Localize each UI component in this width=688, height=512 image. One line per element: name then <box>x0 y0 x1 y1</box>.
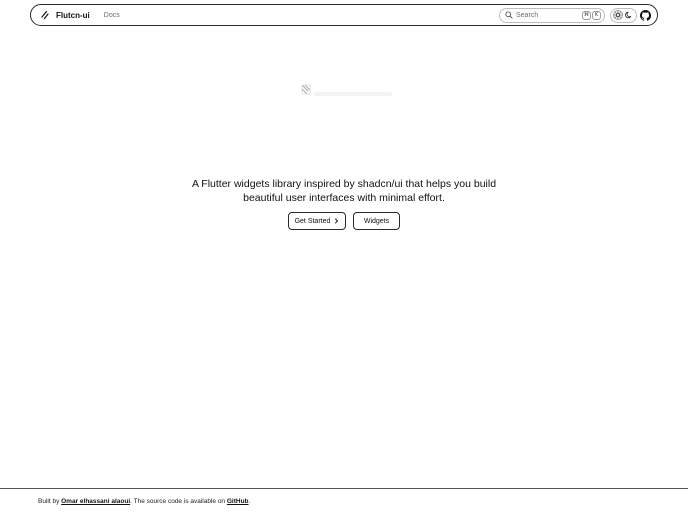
footer-prefix: Built by <box>38 498 62 505</box>
theme-toggle <box>610 7 637 23</box>
widgets-label: Widgets <box>363 217 390 225</box>
widgets-button[interactable]: Widgets <box>353 212 400 230</box>
github-repo-link[interactable]: GitHub <box>227 498 249 505</box>
logo-icon[interactable] <box>39 9 51 21</box>
top-nav: Flutcn-ui Docs Search ⌘ K <box>30 4 658 26</box>
footer-suffix: . <box>248 498 251 505</box>
brand-name[interactable]: Flutcn-ui <box>56 11 90 20</box>
footer: Built by Omar elhassani alaoui. The sour… <box>38 498 250 505</box>
shortcut-key-cmd: ⌘ <box>582 10 591 20</box>
footer-divider <box>0 488 688 489</box>
get-started-label: Get Started <box>294 217 331 225</box>
get-started-button[interactable]: Get Started <box>288 212 346 230</box>
hero-actions: Get Started Widgets <box>288 212 400 230</box>
search-icon <box>504 11 513 20</box>
sun-icon[interactable] <box>613 10 624 20</box>
author-link[interactable]: Omar elhassani alaoui <box>61 498 130 505</box>
github-icon[interactable] <box>640 9 651 21</box>
search-placeholder: Search <box>516 11 539 19</box>
shortcut-key-k: K <box>592 10 601 20</box>
hero-tagline: A Flutter widgets library inspired by sh… <box>191 178 497 204</box>
moon-icon[interactable] <box>624 10 634 20</box>
nav-link-docs[interactable]: Docs <box>104 12 120 19</box>
search-input[interactable]: Search ⌘ K <box>499 7 605 23</box>
footer-middle: . The source code is available on <box>130 498 227 505</box>
page: Flutcn-ui Docs Search ⌘ K A Flutter widg… <box>0 0 688 512</box>
hero-logo-image <box>300 83 396 99</box>
chevron-right-icon <box>334 218 339 224</box>
